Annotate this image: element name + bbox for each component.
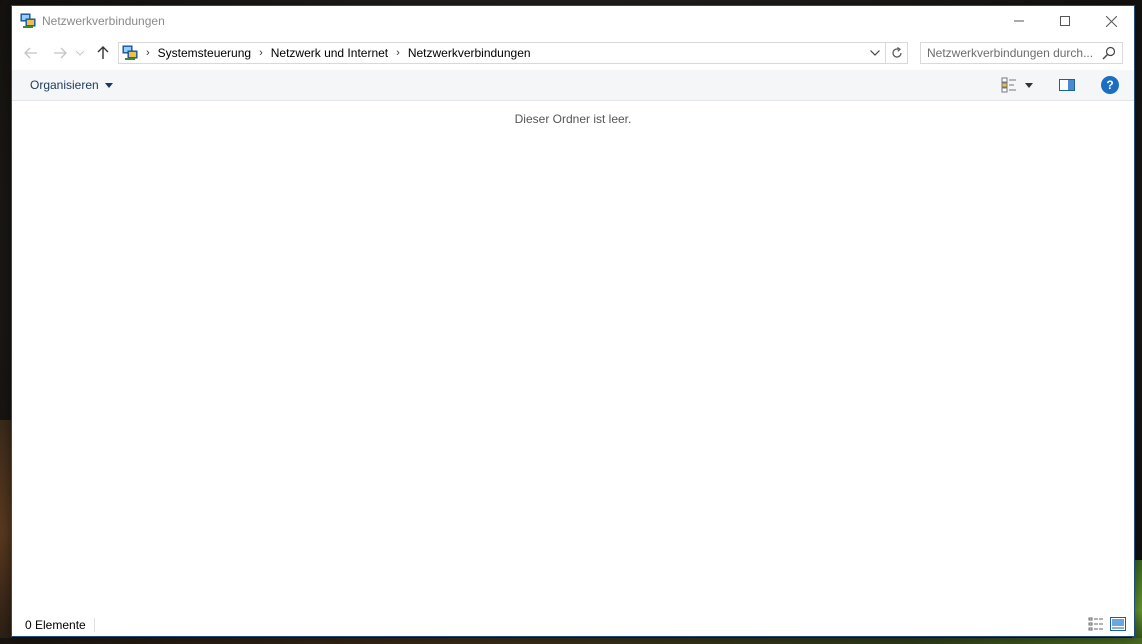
arrow-left-icon xyxy=(24,47,37,59)
window-controls xyxy=(996,6,1134,36)
status-bar: 0 Elemente xyxy=(12,614,1134,636)
search-icon[interactable] xyxy=(1102,46,1116,60)
maximize-icon xyxy=(1060,16,1070,26)
details-view-button[interactable] xyxy=(1088,617,1104,631)
file-list-area[interactable]: Dieser Ordner ist leer. xyxy=(12,101,1134,614)
explorer-window: Netzwerkverbindungen › Systemsteuerung ›… xyxy=(11,5,1135,637)
address-dropdown-button[interactable] xyxy=(865,43,885,63)
item-count: 0 Elemente xyxy=(25,618,86,632)
close-icon xyxy=(1105,15,1117,27)
minimize-icon xyxy=(1014,20,1024,22)
view-options-dropdown[interactable] xyxy=(1025,82,1033,88)
refresh-button[interactable] xyxy=(885,43,907,63)
close-button[interactable] xyxy=(1088,6,1134,36)
caret-down-icon xyxy=(104,82,113,88)
large-icons-icon xyxy=(1110,617,1126,631)
minimize-button[interactable] xyxy=(996,6,1042,36)
organize-label: Organisieren xyxy=(30,78,99,92)
help-icon: ? xyxy=(1106,78,1114,92)
command-bar: Organisieren ? xyxy=(12,70,1134,101)
status-divider xyxy=(93,618,95,632)
breadcrumb-systemsteuerung[interactable]: Systemsteuerung xyxy=(158,46,251,60)
large-icons-view-button[interactable] xyxy=(1110,617,1126,631)
recent-locations-button[interactable] xyxy=(73,42,87,64)
search-box[interactable] xyxy=(920,42,1123,64)
command-bar-tools: ? xyxy=(1001,70,1134,100)
breadcrumb-separator[interactable]: › xyxy=(146,47,150,59)
back-button[interactable] xyxy=(20,42,42,64)
breadcrumb-separator[interactable]: › xyxy=(396,47,400,59)
address-bar[interactable]: › Systemsteuerung › Netzwerk und Interne… xyxy=(118,42,908,64)
title-bar[interactable]: Netzwerkverbindungen xyxy=(12,6,1134,36)
details-list-icon xyxy=(1088,617,1103,631)
breadcrumb-separator[interactable]: › xyxy=(259,47,263,59)
status-view-buttons xyxy=(1082,617,1126,631)
window-title: Netzwerkverbindungen xyxy=(42,14,165,28)
navigation-bar: › Systemsteuerung › Netzwerk und Interne… xyxy=(12,36,1134,70)
up-button[interactable] xyxy=(92,42,114,64)
network-connections-icon xyxy=(20,13,36,29)
refresh-icon xyxy=(891,47,902,58)
maximize-button[interactable] xyxy=(1042,6,1088,36)
arrow-up-icon xyxy=(97,46,109,59)
forward-button[interactable] xyxy=(49,42,71,64)
breadcrumb-netzwerkverbindungen[interactable]: Netzwerkverbindungen xyxy=(408,46,531,60)
breadcrumb-netzwerk-und-internet[interactable]: Netzwerk und Internet xyxy=(271,46,388,60)
change-view-button[interactable] xyxy=(1001,77,1019,93)
empty-folder-message: Dieser Ordner ist leer. xyxy=(514,112,632,126)
help-button[interactable]: ? xyxy=(1101,76,1119,94)
preview-pane-button[interactable] xyxy=(1059,79,1075,91)
details-view-icon xyxy=(1001,77,1016,93)
organize-button[interactable]: Organisieren xyxy=(30,78,113,92)
search-input[interactable] xyxy=(927,46,1102,60)
arrow-right-icon xyxy=(54,47,67,59)
desktop-background-bottom xyxy=(0,638,1142,644)
chevron-down-icon xyxy=(870,50,880,56)
network-connections-icon xyxy=(122,45,138,61)
chevron-down-icon xyxy=(76,50,84,56)
